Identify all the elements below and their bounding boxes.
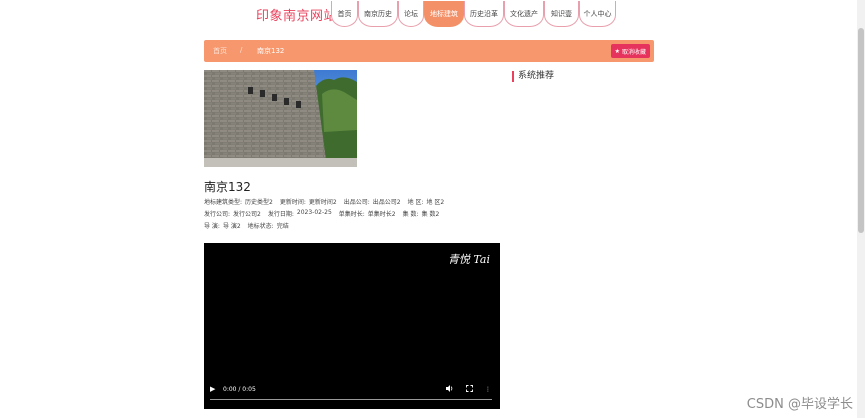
meta-item: 更新时间: 更新时间2	[280, 197, 337, 206]
meta-item: 地标状态: 完结	[248, 221, 289, 230]
video-player[interactable]: 青悦 Tai ▶ 0:00 / 0:05 ⋮	[204, 243, 500, 409]
breadcrumb-separator: /	[240, 46, 243, 54]
video-progress-bar[interactable]	[210, 399, 492, 400]
meta-value: 完结	[276, 223, 289, 230]
nav-tab-cultural-heritage[interactable]: 文化遗产	[504, 1, 544, 27]
meta-value: 发行公司2	[233, 211, 261, 218]
meta-value: 历史类型2	[245, 199, 273, 206]
meta-item: 出品公司: 出品公司2	[344, 197, 401, 206]
meta-item: 地 区: 地 区2	[408, 197, 445, 206]
video-watermark: 青悦 Tai	[447, 253, 490, 266]
video-time: 0:00 / 0:05	[223, 386, 256, 393]
meta-label: 发行日期:	[267, 211, 294, 218]
meta-label: 地标状态:	[247, 223, 274, 230]
volume-icon[interactable]	[446, 385, 454, 394]
meta-label: 地标建筑类型:	[204, 199, 243, 206]
breadcrumb-home-link[interactable]: 首页	[213, 46, 227, 56]
breadcrumb: 首页 / 南京132 ★ 取消收藏	[204, 40, 654, 62]
nav-tab-forum[interactable]: 论坛	[398, 1, 424, 27]
meta-value: 导 演2	[222, 223, 241, 230]
play-icon[interactable]: ▶	[210, 385, 215, 393]
csdn-watermark: CSDN @毕设学长	[746, 397, 853, 412]
meta-item: 集 数: 集 数2	[403, 209, 440, 218]
nav-tab-landmarks[interactable]: 地标建筑	[424, 1, 464, 27]
meta-item: 地标建筑类型: 历史类型2	[204, 197, 273, 206]
more-options-icon[interactable]: ⋮	[485, 386, 491, 393]
meta-value: 出品公司2	[372, 199, 401, 206]
page-scrollbar[interactable]	[857, 0, 865, 418]
meta-label: 更新时间:	[279, 199, 306, 206]
meta-value: 更新时间2	[308, 199, 337, 206]
meta-label: 集 数:	[402, 211, 419, 218]
meta-item: 单集时长: 单集时长2	[339, 209, 396, 218]
star-icon: ★	[614, 47, 620, 55]
meta-value: 单集时长2	[367, 211, 396, 218]
nav-tab-home[interactable]: 首页	[331, 1, 358, 27]
nav-tab-history-evolution[interactable]: 历史沿革	[464, 1, 504, 27]
meta-label: 出品公司:	[343, 199, 370, 206]
breadcrumb-current: 南京132	[257, 47, 285, 55]
fullscreen-icon[interactable]	[466, 385, 473, 394]
meta-value: 2023-02-25	[296, 209, 332, 216]
recommend-heading: 系统推荐	[512, 71, 554, 82]
meta-label: 导 演:	[204, 223, 220, 230]
unfavorite-button-label: 取消收藏	[621, 48, 646, 56]
nav-tab-user-center[interactable]: 个人中心	[579, 1, 616, 27]
detail-title: 南京132	[204, 180, 251, 194]
meta-label: 发行公司:	[204, 211, 231, 218]
meta-item: 导 演: 导 演2	[204, 221, 241, 230]
meta-line-3: 导 演: 导 演2 地标状态: 完结	[204, 221, 289, 230]
nav-tab-knowledge[interactable]: 知识壹	[544, 1, 579, 27]
meta-line-2: 发行公司: 发行公司2 发行日期: 2023-02-25 单集时长: 单集时长2 集 …	[204, 209, 439, 218]
meta-value: 集 数2	[421, 211, 440, 218]
page: 印象南京网站 首页 南京历史 论坛 地标建筑 历史沿革 文化遗产 知识壹 个人中…	[0, 0, 865, 418]
meta-item: 发行日期: 2023-02-25	[268, 209, 332, 218]
meta-label: 地 区:	[407, 199, 424, 206]
scrollbar-thumb[interactable]	[858, 28, 864, 233]
meta-item: 发行公司: 发行公司2	[204, 209, 261, 218]
meta-value: 地 区2	[426, 199, 445, 206]
unfavorite-button[interactable]: ★ 取消收藏	[610, 44, 650, 58]
nav-tab-nanjing-history[interactable]: 南京历史	[358, 1, 398, 27]
site-title[interactable]: 印象南京网站	[256, 5, 337, 24]
meta-label: 单集时长:	[338, 211, 365, 218]
meta-line-1: 地标建筑类型: 历史类型2 更新时间: 更新时间2 出品公司: 出品公司2 地 区: 地…	[204, 197, 444, 206]
landmark-photo	[204, 70, 357, 167]
